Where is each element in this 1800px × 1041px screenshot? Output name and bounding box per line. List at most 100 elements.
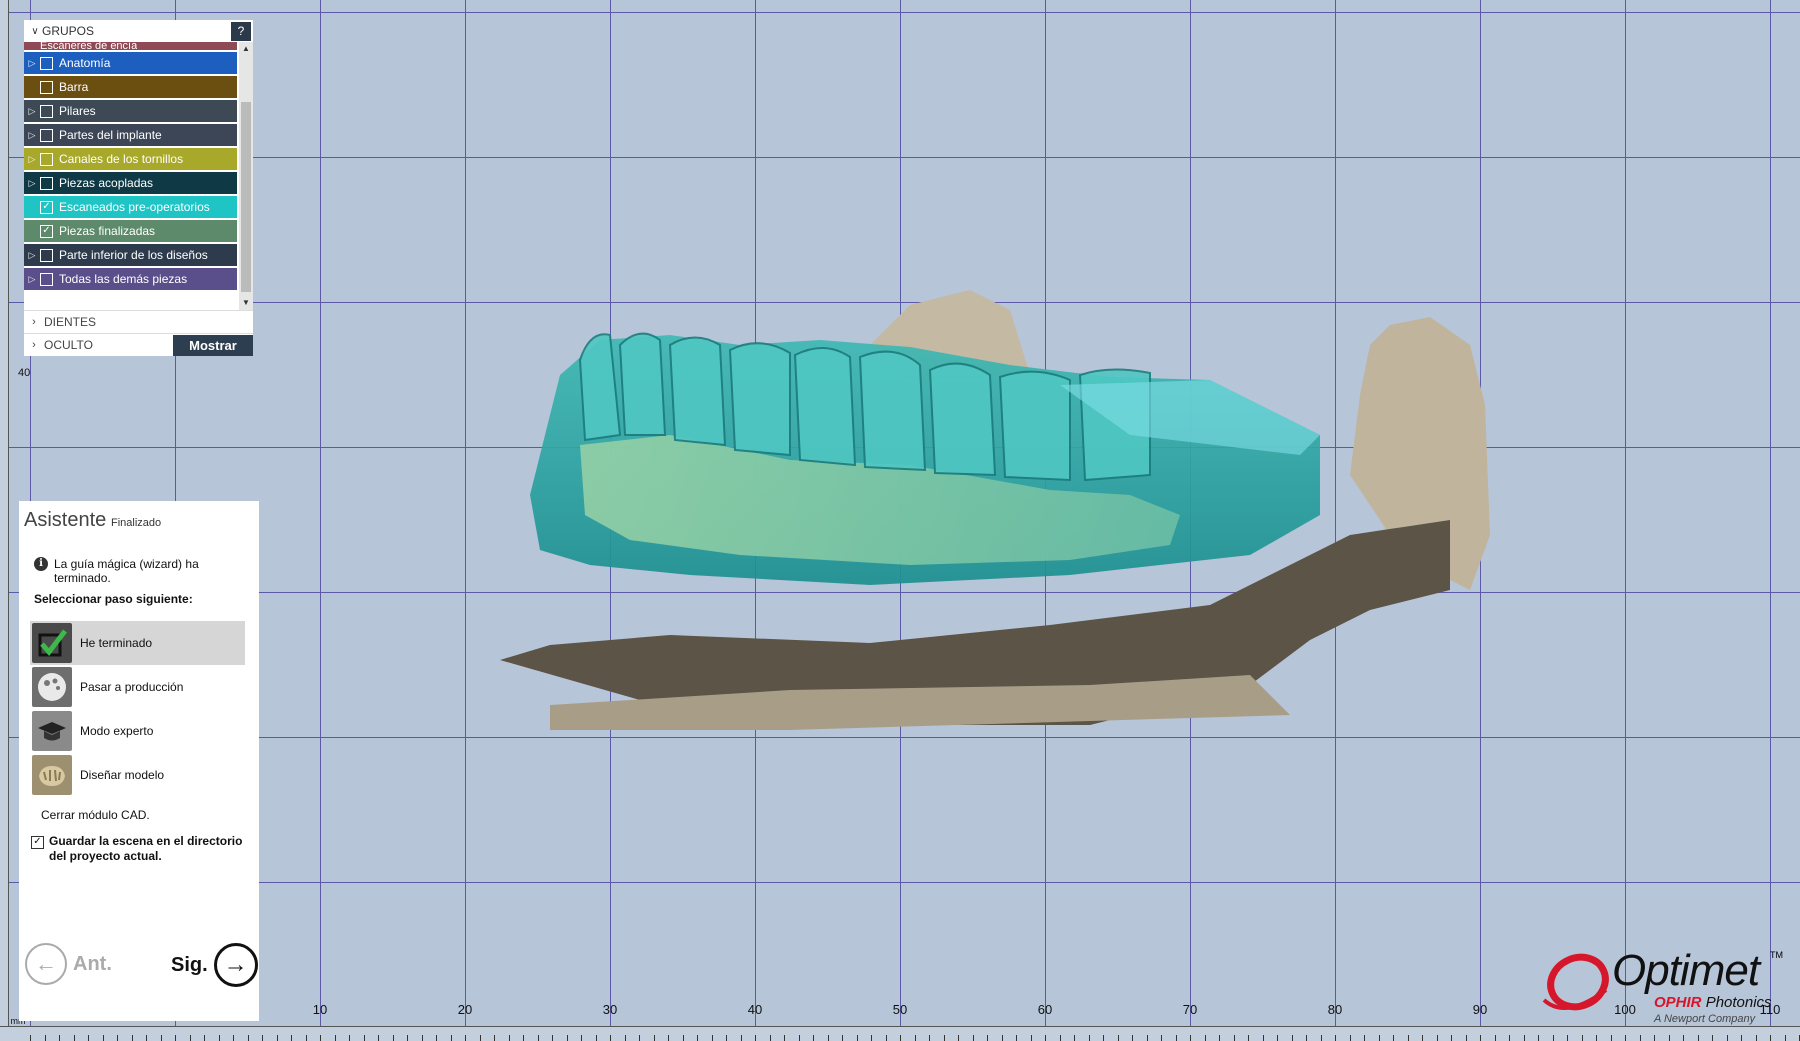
group-row-partial[interactable]: Escáneres de encía — [24, 42, 237, 50]
ruler-tick — [1335, 1035, 1336, 1041]
step-expert-button[interactable]: Modo experto — [30, 709, 245, 753]
group-label: Canales de los tornillos — [59, 152, 184, 166]
step-finished-button[interactable]: He terminado — [30, 621, 245, 665]
ruler-tick — [682, 1035, 684, 1041]
ruler-tick — [175, 1035, 176, 1041]
save-scene-checkbox[interactable]: ✓ — [31, 836, 44, 849]
ruler-tick — [30, 1035, 31, 1041]
checkmark-icon — [32, 623, 72, 663]
ruler-tick — [1074, 1035, 1075, 1041]
ruler-tick — [1175, 1035, 1177, 1041]
ruler-tick — [813, 1035, 814, 1041]
ruler-tick — [1364, 1035, 1365, 1041]
close-cad-label[interactable]: Cerrar módulo CAD. — [41, 808, 150, 822]
ruler-tick — [668, 1035, 669, 1041]
group-row[interactable]: ▷ Partes del implante — [24, 124, 237, 146]
ruler-tick — [1784, 1035, 1786, 1041]
group-list: Escáneres de encía ▷ Anatomía Barra ▷ Pilare… — [24, 42, 253, 310]
group-row[interactable]: ▷ Anatomía — [24, 52, 237, 74]
group-checkbox[interactable] — [40, 248, 53, 262]
ruler-tick — [726, 1035, 727, 1041]
teeth-section[interactable]: › DIENTES — [24, 310, 253, 333]
ruler-tick — [508, 1035, 510, 1041]
chevron-down-icon: ∨ — [31, 25, 39, 37]
ruler-tick — [320, 1035, 321, 1041]
scroll-down-icon[interactable]: ▼ — [239, 296, 253, 310]
ruler-tick — [943, 1035, 945, 1041]
ruler-tick — [1248, 1035, 1249, 1041]
ruler-tick — [1480, 1035, 1481, 1041]
scrollbar[interactable]: ▲ ▼ — [239, 42, 253, 310]
previous-button[interactable]: ← Ant. — [25, 943, 112, 985]
show-button[interactable]: Mostrar — [173, 335, 253, 356]
help-button[interactable]: ? — [231, 22, 251, 41]
ruler-label: 60 — [1037, 1002, 1053, 1017]
ruler-tick — [1465, 1035, 1467, 1041]
group-row[interactable]: ▷ Piezas acopladas — [24, 172, 237, 194]
scroll-thumb[interactable] — [241, 102, 251, 292]
scroll-up-icon[interactable]: ▲ — [239, 42, 253, 56]
ruler-tick — [1219, 1035, 1220, 1041]
step-label: He terminado — [80, 636, 153, 650]
group-checkbox[interactable] — [40, 272, 53, 286]
step-production-button[interactable]: Pasar a producción — [30, 665, 245, 709]
expand-triangle-icon[interactable]: ▷ — [24, 154, 40, 165]
ophir-label: OPHIR — [1654, 994, 1702, 1011]
save-scene-option[interactable]: ✓ Guardar la escena en el directorio del… — [31, 834, 246, 864]
expand-triangle-icon[interactable]: ▷ — [24, 58, 40, 69]
ruler-tick — [1132, 1035, 1133, 1041]
hidden-section[interactable]: › OCULTO Mostrar — [24, 333, 253, 356]
ruler-tick — [798, 1035, 800, 1041]
next-button[interactable]: Sig. → — [171, 943, 258, 987]
ruler-tick — [407, 1035, 408, 1041]
ruler-label: 80 — [1327, 1002, 1343, 1017]
ruler-tick — [1741, 1035, 1742, 1041]
ruler-tick — [1378, 1035, 1380, 1041]
ruler-tick — [697, 1035, 698, 1041]
expand-triangle-icon[interactable]: ▷ — [24, 178, 40, 189]
group-row[interactable]: Barra — [24, 76, 237, 98]
expand-triangle-icon[interactable]: ▷ — [24, 106, 40, 117]
ruler-tick — [1349, 1035, 1351, 1041]
group-checkbox[interactable] — [40, 104, 53, 118]
ruler-tick — [102, 1035, 104, 1041]
group-label: Pilares — [59, 104, 96, 118]
group-checkbox[interactable] — [40, 80, 53, 94]
dental-model-3d[interactable] — [490, 285, 1710, 740]
step-label: Pasar a producción — [80, 680, 184, 694]
left-ruler-label: 40 — [18, 367, 31, 379]
groups-header[interactable]: ∨ GRUPOS — [24, 20, 253, 42]
expand-triangle-icon[interactable]: ▷ — [24, 130, 40, 141]
group-row[interactable]: ▷ Canales de los tornillos — [24, 148, 237, 170]
ruler-tick — [44, 1035, 46, 1041]
ruler-tick — [653, 1035, 655, 1041]
photonics-label: Photonics — [1705, 994, 1772, 1011]
group-row[interactable]: ✓ Escaneados pre-operatorios — [24, 196, 237, 218]
group-checkbox[interactable] — [40, 56, 53, 70]
group-label: Piezas finalizadas — [59, 224, 156, 238]
expand-triangle-icon[interactable]: ▷ — [24, 250, 40, 261]
logo-trademark: TM — [1770, 950, 1783, 960]
ruler-tick — [247, 1035, 249, 1041]
ruler-tick — [740, 1035, 742, 1041]
ruler-tick — [1233, 1035, 1235, 1041]
ruler-tick — [1683, 1035, 1684, 1041]
group-checkbox[interactable]: ✓ — [40, 224, 53, 238]
ruler-tick — [1277, 1035, 1278, 1041]
group-checkbox[interactable] — [40, 176, 53, 190]
ruler-tick — [1161, 1035, 1162, 1041]
group-row[interactable]: ▷ Todas las demás piezas — [24, 268, 237, 290]
ruler-tick — [987, 1035, 988, 1041]
group-row[interactable]: ▷ Parte inferior de los diseños — [24, 244, 237, 266]
ruler-tick — [1393, 1035, 1394, 1041]
ruler-tick — [421, 1035, 423, 1041]
group-checkbox[interactable]: ✓ — [40, 200, 53, 214]
group-row[interactable]: ✓ Piezas finalizadas — [24, 220, 237, 242]
expand-triangle-icon[interactable]: ▷ — [24, 274, 40, 285]
step-design-model-button[interactable]: Diseñar modelo — [30, 753, 245, 797]
ruler-tick — [363, 1035, 365, 1041]
ruler-tick — [755, 1035, 756, 1041]
group-checkbox[interactable] — [40, 128, 53, 142]
group-checkbox[interactable] — [40, 152, 53, 166]
group-row[interactable]: ▷ Pilares — [24, 100, 237, 122]
